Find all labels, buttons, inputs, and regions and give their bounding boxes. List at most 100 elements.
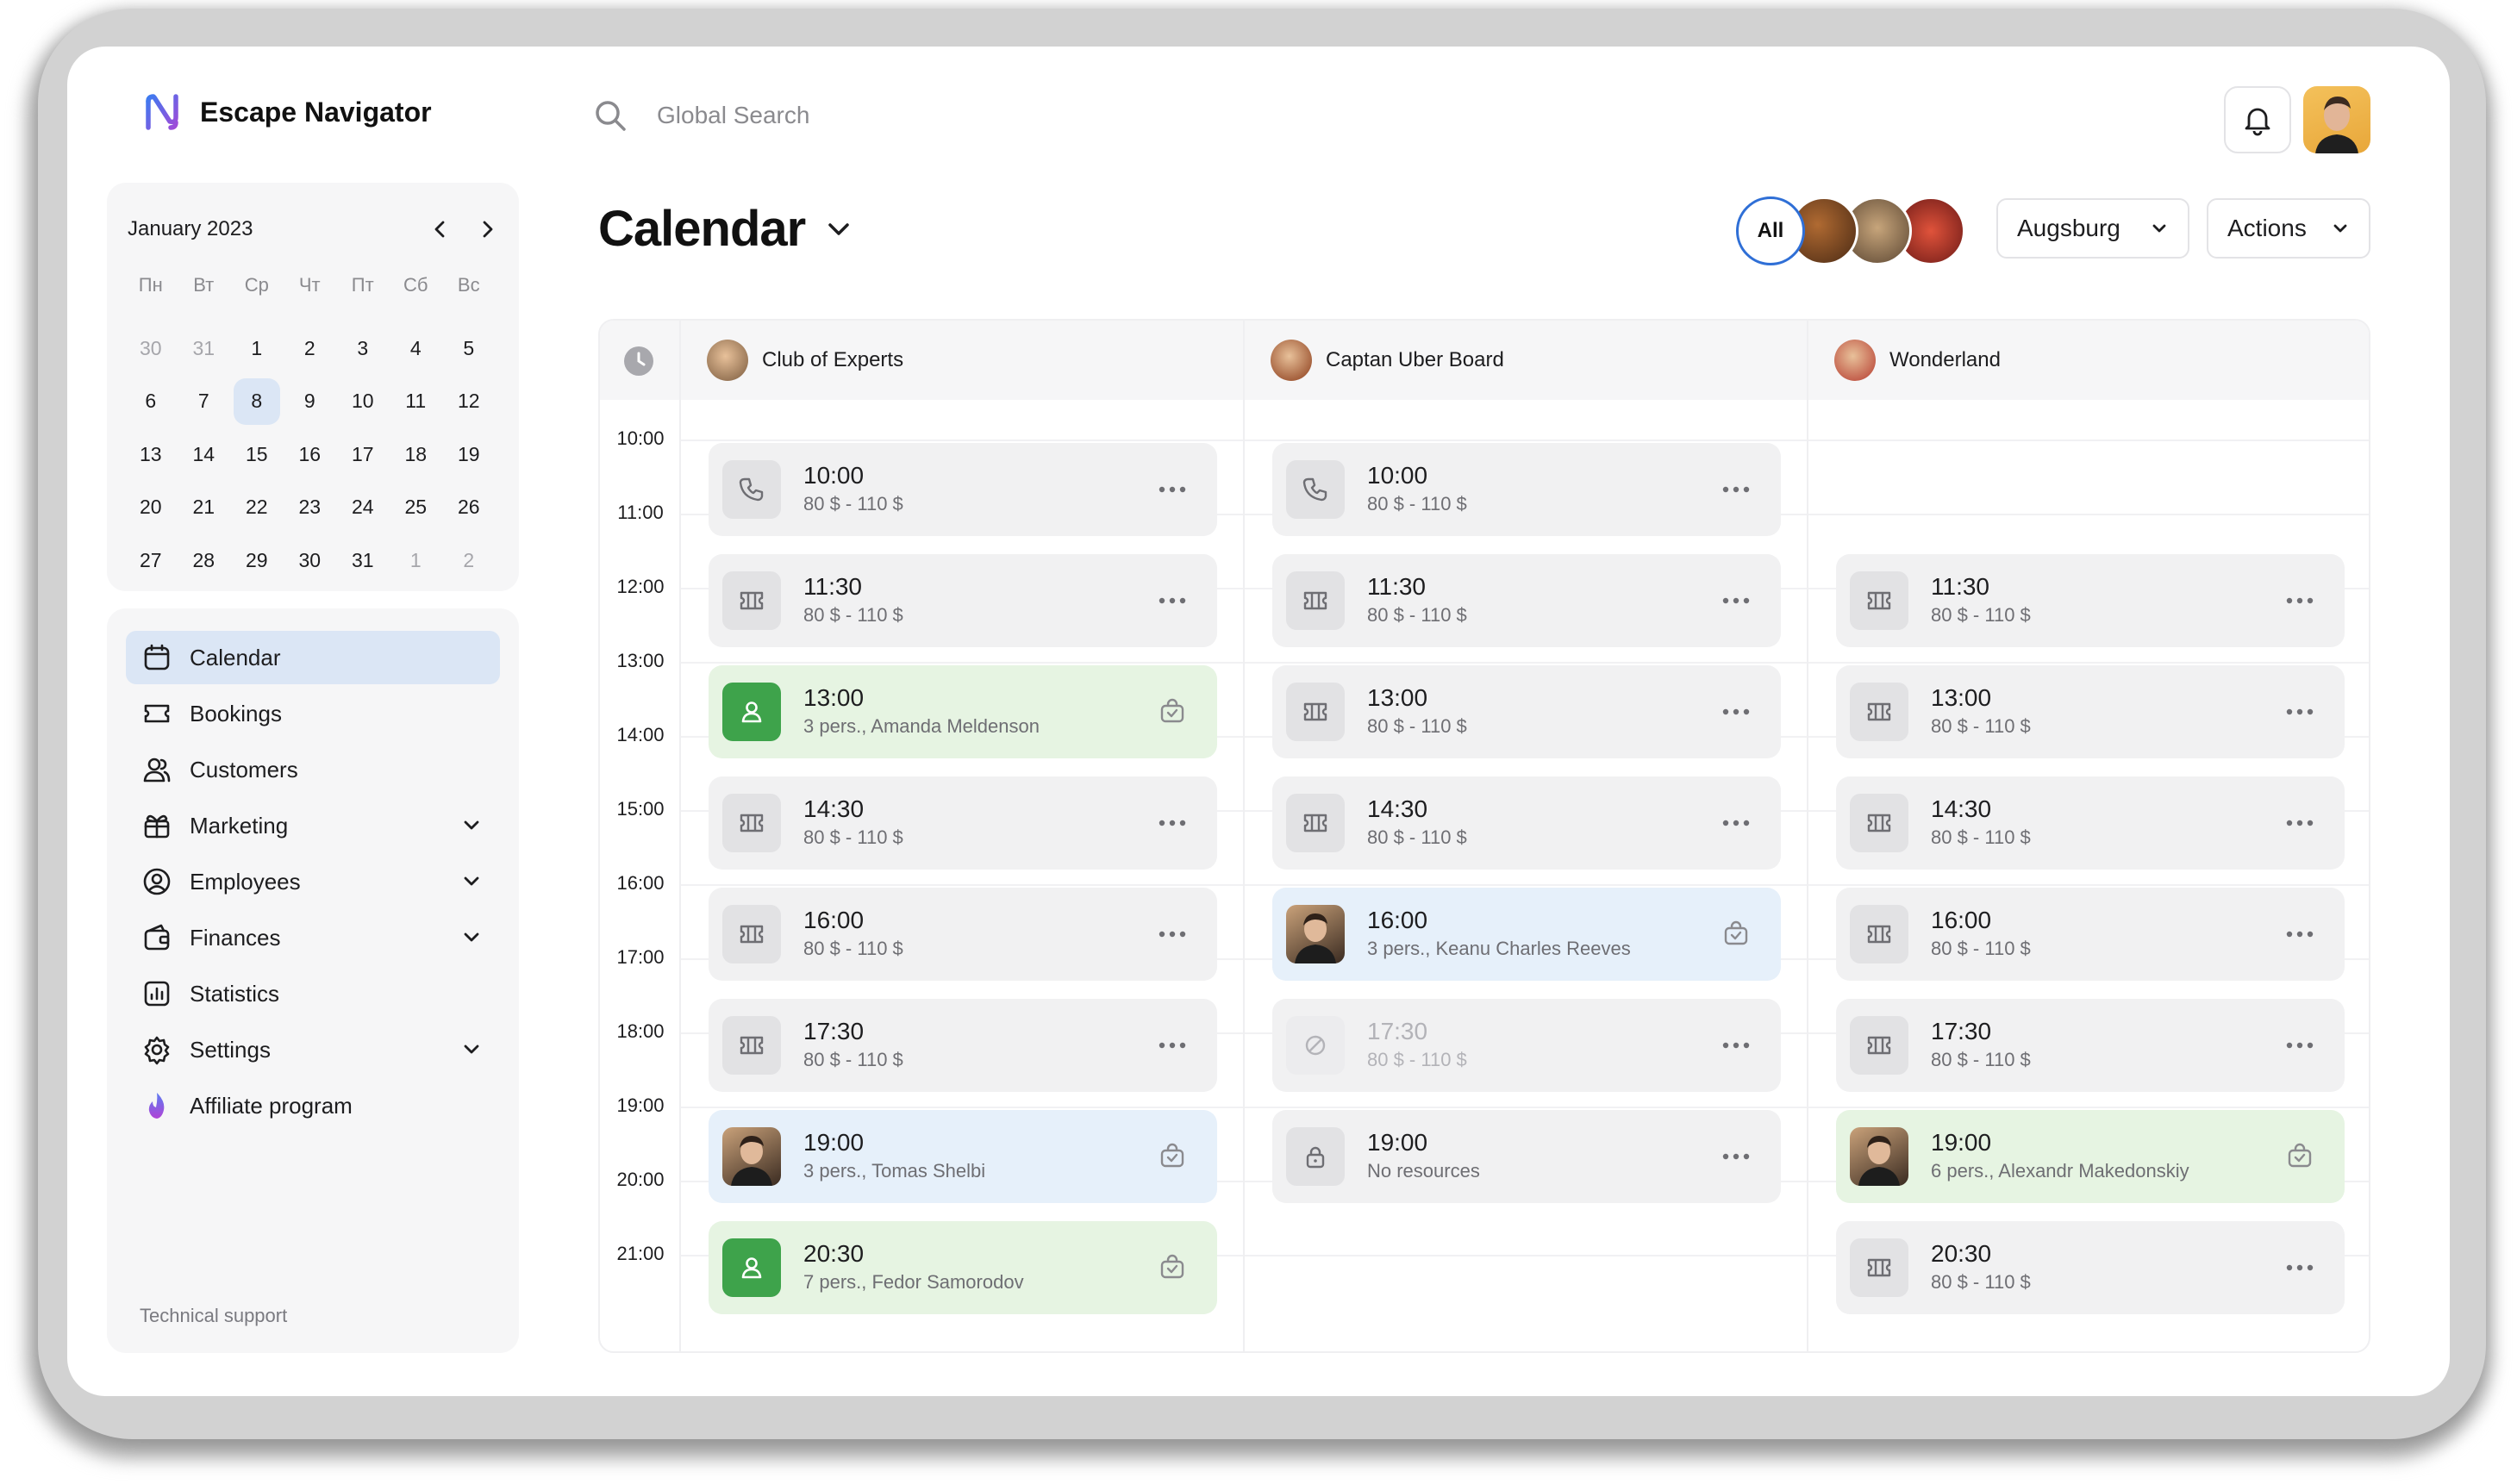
more-options-button[interactable] bbox=[2281, 1249, 2319, 1287]
more-options-button[interactable] bbox=[1717, 693, 1755, 731]
time-slot[interactable]: 20:30 7 pers., Fedor Samorodov bbox=[709, 1221, 1217, 1314]
calendar-day[interactable]: 29 bbox=[234, 538, 280, 584]
more-options-button[interactable] bbox=[1717, 471, 1755, 508]
calendar-day[interactable]: 22 bbox=[234, 484, 280, 531]
time-slot[interactable]: 11:30 80 $ - 110 $ bbox=[709, 554, 1217, 647]
calendar-day[interactable]: 31 bbox=[340, 538, 386, 584]
calendar-day[interactable]: 19 bbox=[446, 432, 492, 478]
time-slot[interactable]: 13:00 80 $ - 110 $ bbox=[1272, 665, 1781, 758]
more-options-button[interactable] bbox=[1153, 804, 1191, 842]
time-slot[interactable]: 14:30 80 $ - 110 $ bbox=[1272, 776, 1781, 870]
more-options-button[interactable] bbox=[2281, 1026, 2319, 1064]
resource-header[interactable]: Wonderland bbox=[1834, 340, 2001, 381]
time-slot[interactable]: 17:30 80 $ - 110 $ bbox=[1836, 999, 2345, 1092]
time-slot[interactable]: 13:00 80 $ - 110 $ bbox=[1836, 665, 2345, 758]
brand-name: Escape Navigator bbox=[200, 96, 432, 128]
prev-month-button[interactable] bbox=[429, 218, 452, 240]
more-options-button[interactable] bbox=[1153, 1026, 1191, 1064]
time-slot[interactable]: 19:00 No resources bbox=[1272, 1110, 1781, 1203]
time-slot[interactable]: 14:30 80 $ - 110 $ bbox=[709, 776, 1217, 870]
calendar-day[interactable]: 1 bbox=[393, 538, 440, 584]
more-options-button[interactable] bbox=[2281, 582, 2319, 620]
calendar-day[interactable]: 11 bbox=[393, 378, 440, 425]
calendar-day[interactable]: 10 bbox=[340, 378, 386, 425]
nav-item-customers[interactable]: Customers bbox=[126, 743, 500, 796]
more-options-button[interactable] bbox=[1153, 915, 1191, 953]
page-title[interactable]: Calendar bbox=[598, 200, 853, 258]
time-slot[interactable]: 19:00 3 pers., Tomas Shelbi bbox=[709, 1110, 1217, 1203]
filter-all-button[interactable]: All bbox=[1736, 196, 1805, 265]
calendar-day[interactable]: 27 bbox=[128, 538, 174, 584]
nav-item-affiliate-program[interactable]: Affiliate program bbox=[126, 1079, 500, 1132]
time-slot[interactable]: 20:30 80 $ - 110 $ bbox=[1836, 1221, 2345, 1314]
time-slot[interactable]: 10:00 80 $ - 110 $ bbox=[709, 443, 1217, 536]
calendar-day[interactable]: 21 bbox=[181, 484, 228, 531]
search-input[interactable] bbox=[657, 102, 1088, 129]
nav-item-statistics[interactable]: Statistics bbox=[126, 967, 500, 1020]
more-options-button[interactable] bbox=[1717, 1138, 1755, 1175]
more-options-button[interactable] bbox=[2281, 915, 2319, 953]
lock-icon bbox=[1286, 1127, 1345, 1186]
more-options-button[interactable] bbox=[1153, 582, 1191, 620]
calendar-day[interactable]: 16 bbox=[287, 432, 334, 478]
nav-item-marketing[interactable]: Marketing bbox=[126, 799, 500, 852]
more-options-button[interactable] bbox=[2281, 693, 2319, 731]
time-slot[interactable]: 14:30 80 $ - 110 $ bbox=[1836, 776, 2345, 870]
time-slot[interactable]: 11:30 80 $ - 110 $ bbox=[1836, 554, 2345, 647]
time-slot[interactable]: 16:00 3 pers., Keanu Charles Reeves bbox=[1272, 888, 1781, 981]
nav-item-finances[interactable]: Finances bbox=[126, 911, 500, 964]
calendar-day[interactable]: 2 bbox=[446, 538, 492, 584]
calendar-day[interactable]: 26 bbox=[446, 484, 492, 531]
nav-item-settings[interactable]: Settings bbox=[126, 1023, 500, 1076]
location-dropdown[interactable]: Augsburg bbox=[1996, 198, 2189, 259]
calendar-day[interactable]: 18 bbox=[393, 432, 440, 478]
next-month-button[interactable] bbox=[476, 218, 498, 240]
calendar-day[interactable]: 24 bbox=[340, 484, 386, 531]
time-slot[interactable]: 11:30 80 $ - 110 $ bbox=[1272, 554, 1781, 647]
calendar-day[interactable]: 14 bbox=[181, 432, 228, 478]
calendar-day[interactable]: 30 bbox=[287, 538, 334, 584]
calendar-day[interactable]: 23 bbox=[287, 484, 334, 531]
resource-header[interactable]: Captan Uber Board bbox=[1271, 340, 1504, 381]
time-slot[interactable]: 17:30 80 $ - 110 $ bbox=[1272, 999, 1781, 1092]
calendar-day[interactable]: 12 bbox=[446, 378, 492, 425]
time-slot[interactable]: 19:00 6 pers., Alexandr Makedonskiy bbox=[1836, 1110, 2345, 1203]
nav-item-employees[interactable]: Employees bbox=[126, 855, 500, 908]
user-avatar[interactable] bbox=[2303, 86, 2370, 153]
resource-header[interactable]: Club of Experts bbox=[707, 340, 903, 381]
calendar-day[interactable]: 1 bbox=[234, 326, 280, 372]
brand[interactable]: Escape Navigator bbox=[140, 90, 432, 134]
calendar-day[interactable]: 3 bbox=[340, 326, 386, 372]
calendar-day[interactable]: 5 bbox=[446, 326, 492, 372]
notifications-button[interactable] bbox=[2224, 86, 2291, 153]
calendar-day[interactable]: 9 bbox=[287, 378, 334, 425]
calendar-day[interactable]: 13 bbox=[128, 432, 174, 478]
calendar-day[interactable]: 4 bbox=[393, 326, 440, 372]
actions-dropdown[interactable]: Actions bbox=[2207, 198, 2370, 259]
calendar-day[interactable]: 6 bbox=[128, 378, 174, 425]
more-options-button[interactable] bbox=[1717, 804, 1755, 842]
more-options-button[interactable] bbox=[1153, 471, 1191, 508]
calendar-day[interactable]: 17 bbox=[340, 432, 386, 478]
more-options-button[interactable] bbox=[1717, 582, 1755, 620]
time-slot[interactable]: 16:00 80 $ - 110 $ bbox=[1836, 888, 2345, 981]
calendar-day[interactable]: 31 bbox=[181, 326, 228, 372]
calendar-day[interactable]: 28 bbox=[181, 538, 228, 584]
technical-support-link[interactable]: Technical support bbox=[140, 1305, 287, 1327]
selected-day[interactable]: 8 bbox=[234, 378, 280, 425]
time-slot[interactable]: 16:00 80 $ - 110 $ bbox=[709, 888, 1217, 981]
nav-item-bookings[interactable]: Bookings bbox=[126, 687, 500, 740]
calendar-day[interactable]: 25 bbox=[393, 484, 440, 531]
more-options-button[interactable] bbox=[1717, 1026, 1755, 1064]
calendar-day[interactable]: 20 bbox=[128, 484, 174, 531]
time-slot[interactable]: 13:00 3 pers., Amanda Meldenson bbox=[709, 665, 1217, 758]
calendar-day[interactable]: 15 bbox=[234, 432, 280, 478]
calendar-day[interactable]: 2 bbox=[287, 326, 334, 372]
time-slot[interactable]: 17:30 80 $ - 110 $ bbox=[709, 999, 1217, 1092]
calendar-day[interactable]: 30 bbox=[128, 326, 174, 372]
time-slot[interactable]: 10:00 80 $ - 110 $ bbox=[1272, 443, 1781, 536]
nav-item-calendar[interactable]: Calendar bbox=[126, 631, 500, 684]
calendar-day[interactable]: 7 bbox=[181, 378, 228, 425]
more-options-button[interactable] bbox=[2281, 804, 2319, 842]
ticket-icon bbox=[722, 1016, 781, 1075]
